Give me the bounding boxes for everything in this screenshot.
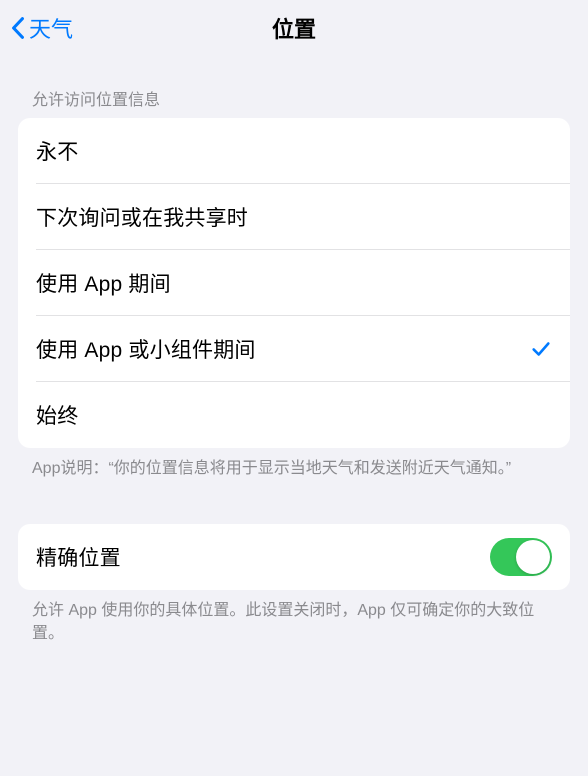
access-section-header: 允许访问位置信息 <box>0 86 588 118</box>
access-option-row[interactable]: 使用 App 期间 <box>18 250 570 316</box>
precise-location-toggle[interactable] <box>490 538 552 576</box>
access-option-label: 始终 <box>36 400 78 430</box>
access-option-label: 下次询问或在我共享时 <box>36 202 248 232</box>
precise-location-group: 精确位置 <box>18 524 570 590</box>
precise-section-footer: 允许 App 使用你的具体位置。此设置关闭时，App 仅可确定你的大致位置。 <box>0 590 588 645</box>
access-option-label: 使用 App 期间 <box>36 268 171 298</box>
chevron-left-icon <box>10 16 26 40</box>
precise-location-row[interactable]: 精确位置 <box>18 524 570 590</box>
content: 允许访问位置信息 永不下次询问或在我共享时使用 App 期间使用 App 或小组… <box>0 56 588 645</box>
access-option-label: 使用 App 或小组件期间 <box>36 334 256 364</box>
access-section-footer: App说明：“你的位置信息将用于显示当地天气和发送附近天气通知。” <box>0 448 588 480</box>
access-options-group: 永不下次询问或在我共享时使用 App 期间使用 App 或小组件期间始终 <box>18 118 570 448</box>
access-option-row[interactable]: 下次询问或在我共享时 <box>18 184 570 250</box>
page-title: 位置 <box>272 12 316 44</box>
access-option-row[interactable]: 永不 <box>18 118 570 184</box>
nav-header: 天气 位置 <box>0 0 588 56</box>
access-option-row[interactable]: 使用 App 或小组件期间 <box>18 316 570 382</box>
back-button[interactable]: 天气 <box>10 12 73 44</box>
access-option-label: 永不 <box>36 136 78 166</box>
checkmark-icon <box>530 338 552 360</box>
access-option-row[interactable]: 始终 <box>18 382 570 448</box>
back-label: 天气 <box>29 12 73 44</box>
spacer <box>0 480 588 524</box>
toggle-knob <box>516 540 550 574</box>
precise-location-label: 精确位置 <box>36 542 121 572</box>
